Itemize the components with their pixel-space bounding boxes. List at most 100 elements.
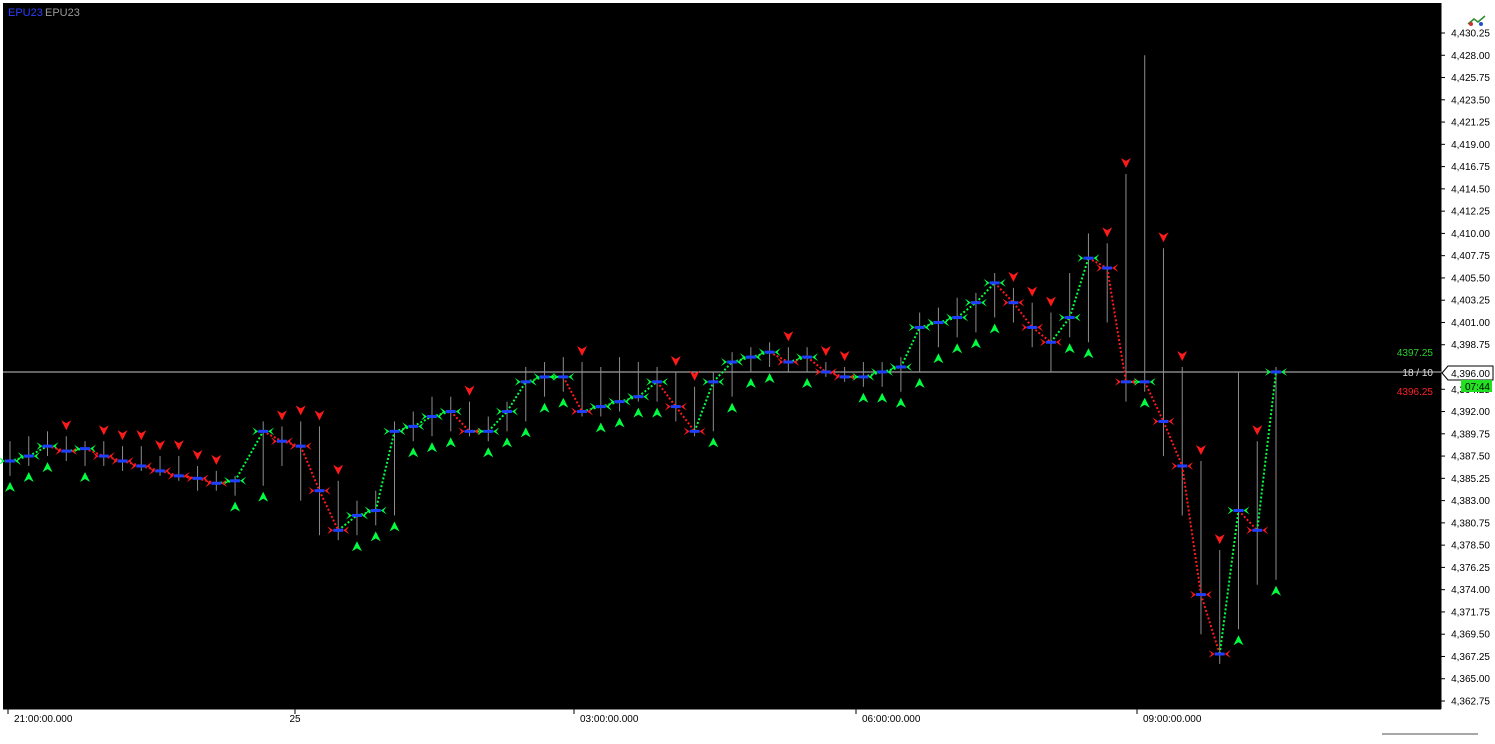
bar-close-tick [727,360,738,364]
price-axis-label: 4,403.25 [1451,296,1490,307]
bar-close-tick [914,325,925,329]
symbol-label-primary: EPU23 [8,7,43,19]
current-price-value: 4,396.00 [1451,369,1490,380]
bar-close-tick [1195,593,1206,597]
bar-close-tick [1027,325,1038,329]
bar-close-tick [1102,266,1113,270]
bar-close-tick [192,476,203,480]
chart-window: EPU23 EPU23 4,430.25 4,428.00 4,425.75 4,42… [0,0,1495,744]
price-axis-label: 4,398.75 [1451,340,1490,351]
bar-close-tick [502,410,513,414]
price-axis-label: 4,425.75 [1451,73,1490,84]
bar-close-tick [61,449,72,453]
bar-close-tick [464,429,475,433]
bar-close-tick [155,469,166,473]
price-axis-label: 4,387.50 [1451,452,1490,463]
bar-close-tick [633,395,644,399]
price-axis-panel[interactable] [1441,3,1493,709]
time-axis-label: 21:00:00.000 [14,714,73,725]
bar-close-tick [858,375,869,379]
bar-close-tick [933,320,944,324]
bar-close-tick [23,454,34,458]
bar-close-tick [1233,508,1244,512]
price-axis-label: 4,430.25 [1451,29,1490,40]
bar-close-tick [230,479,241,483]
bar-close-tick [952,316,963,320]
bar-close-tick [595,405,606,409]
bar-close-tick [80,447,91,451]
current-price-marker: 4,396.00 [1441,365,1494,381]
bar-close-tick [670,405,681,409]
price-axis-label: 4,419.00 [1451,140,1490,151]
price-axis-label: 4,385.25 [1451,474,1490,485]
bar-close-tick [117,459,128,463]
bar-close-tick [989,281,1000,285]
bar-countdown-badge: 07:44 [1461,380,1492,393]
price-axis-label: 4,389.75 [1451,429,1490,440]
bar-close-tick [802,355,813,359]
bar-close-tick [314,489,325,493]
time-axis-label: 09:00:00.000 [1143,714,1202,725]
time-axis-label: 25 [289,714,301,725]
tick-counter-label: 18 / 10 [1402,368,1433,379]
bar-close-tick [276,439,287,443]
bar-close-tick [445,410,456,414]
bar-close-tick [839,375,850,379]
bar-countdown-value: 07:44 [1465,382,1490,393]
bar-close-tick [1064,316,1075,320]
time-axis-panel[interactable] [3,709,1441,726]
bar-close-tick [408,424,419,428]
bar-close-tick [1214,652,1225,656]
bar-close-tick [136,464,147,468]
price-axis-label: 4,405.50 [1451,273,1490,284]
bar-close-tick [708,380,719,384]
bar-close-tick [689,429,700,433]
price-axis-label: 4,376.25 [1451,563,1490,574]
price-axis-label: 4,383.00 [1451,496,1490,507]
price-axis-label: 4,414.50 [1451,184,1490,195]
price-axis-label: 4,367.25 [1451,652,1490,663]
price-axis-label: 4,407.75 [1451,251,1490,262]
bar-close-tick [652,380,663,384]
bar-close-tick [1271,370,1281,374]
price-axis-label: 4,401.00 [1451,318,1490,329]
ask-price-label: 4397.25 [1397,348,1434,359]
plot-area[interactable] [3,3,1441,709]
price-axis-label: 4,410.00 [1451,229,1490,240]
bar-close-tick [577,410,588,414]
bar-close-tick [820,370,831,374]
price-axis-label: 4,412.25 [1451,207,1490,218]
bar-close-tick [98,454,109,458]
bar-close-tick [783,360,794,364]
bar-close-tick [211,481,222,485]
bar-close-tick [745,355,756,359]
bar-close-tick [427,414,437,418]
price-axis-label: 4,416.75 [1451,162,1490,173]
bar-close-tick [389,429,400,433]
bar-close-tick [370,508,381,512]
bar-close-tick [877,370,888,374]
time-axis-label: 03:00:00.000 [580,714,639,725]
time-axis-label: 06:00:00.000 [862,714,921,725]
bar-close-tick [295,444,306,448]
price-chart[interactable]: EPU23 EPU23 4,430.25 4,428.00 4,425.75 4,42… [0,0,1495,744]
bar-close-tick [520,380,531,384]
bar-close-tick [1252,528,1263,532]
price-axis-label: 4,378.50 [1451,541,1490,552]
bid-price-label: 4396.25 [1397,387,1434,398]
bar-close-tick [1008,301,1019,305]
bar-close-tick [1158,419,1169,423]
bar-close-tick [614,400,625,404]
price-axis-label: 4,421.25 [1451,118,1490,129]
symbol-label-secondary: EPU23 [45,7,80,19]
bar-close-tick [258,429,269,433]
bar-close-tick [1045,340,1056,344]
bar-close-tick [351,513,362,517]
price-axis-label: 4,374.00 [1451,585,1490,596]
bar-close-tick [539,375,550,379]
bar-close-tick [5,459,15,463]
bar-close-tick [558,375,569,379]
price-axis-label: 4,371.75 [1451,607,1490,618]
price-axis-label: 4,365.00 [1451,674,1490,685]
bar-close-tick [483,429,494,433]
